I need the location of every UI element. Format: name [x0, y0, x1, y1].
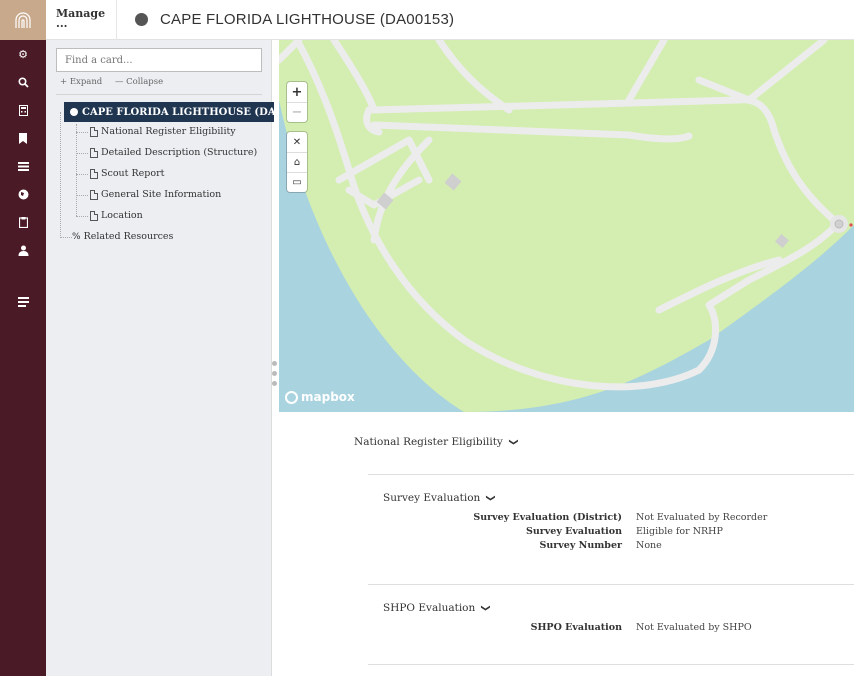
expand-all-button[interactable]: + Expand [60, 77, 102, 87]
document-icon [90, 168, 98, 179]
resource-status-icon [135, 13, 148, 26]
card-tree-panel: + Expand — Collapse CAPE FLORIDA LIGHTHO… [46, 40, 274, 676]
tree-connector [76, 195, 88, 196]
user-icon[interactable] [0, 240, 46, 260]
zoom-out-button[interactable]: − [287, 102, 307, 122]
app-logo[interactable] [0, 0, 46, 40]
calculator-icon[interactable] [0, 100, 46, 120]
field-row: Survey Evaluation Eligible for NRHP [279, 526, 854, 540]
tree-item-label: Detailed Description (Structure) [101, 147, 258, 158]
section-survey-evaluation[interactable]: Survey Evaluation ❯ [383, 492, 496, 504]
tree-connector [76, 132, 88, 133]
tree-item-general-site[interactable]: General Site Information [90, 189, 221, 200]
find-card-input[interactable] [56, 48, 262, 72]
field-value: Eligible for NRHP [636, 526, 723, 537]
tree-item-detailed-description[interactable]: Detailed Description (Structure) [90, 147, 257, 158]
section-title-label: SHPO Evaluation [383, 602, 476, 614]
tree-connector [76, 216, 88, 217]
map-view[interactable]: + − ✕ ⌂ ▭ mapbox [279, 40, 854, 412]
link-icon: % [72, 231, 81, 242]
section-divider [368, 584, 854, 585]
chevron-down-icon: ❯ [480, 604, 491, 612]
manage-menu-button[interactable]: Manage ··· [46, 7, 116, 33]
clipboard-icon[interactable] [0, 212, 46, 232]
page-title: CAPE FLORIDA LIGHTHOUSE (DA00153) [160, 11, 455, 28]
section-divider [368, 664, 854, 665]
tree-item-label: Location [101, 210, 143, 221]
document-icon [90, 210, 98, 221]
document-icon [90, 189, 98, 200]
map-marker-point [849, 223, 853, 227]
tree-divider [56, 94, 262, 95]
tree-root-node[interactable]: CAPE FLORIDA LIGHTHOUSE (DA00153) (Histo… [64, 102, 274, 122]
map-building [444, 173, 462, 191]
menu-icon[interactable] [0, 292, 46, 312]
map-building [774, 233, 790, 249]
field-label: Survey Evaluation (District) [473, 512, 622, 523]
tree-connector [60, 112, 61, 238]
zoom-in-button[interactable]: + [287, 82, 307, 102]
field-value: Not Evaluated by SHPO [636, 622, 752, 633]
mapbox-attribution[interactable]: mapbox [285, 390, 355, 404]
home-icon[interactable]: ⌂ [287, 152, 307, 172]
section-national-register[interactable]: National Register Eligibility ❯ [354, 436, 518, 448]
grip-dot [271, 360, 277, 366]
top-header: Manage ··· CAPE FLORIDA LIGHTHOUSE (DA00… [46, 0, 854, 40]
section-shpo-evaluation[interactable]: SHPO Evaluation ❯ [383, 602, 491, 614]
section-title-label: Survey Evaluation [383, 492, 481, 504]
tree-connector [76, 124, 77, 216]
tree-item-related-resources[interactable]: % Related Resources [72, 231, 173, 242]
field-value: None [636, 540, 662, 551]
map-canvas [279, 40, 854, 412]
bookmark-icon[interactable] [0, 128, 46, 148]
app-sidebar: ⚙ [0, 0, 46, 676]
report-panel: National Register Eligibility ❯ Survey E… [279, 412, 854, 676]
fullscreen-icon[interactable]: ✕ [287, 132, 307, 152]
tree-item-label: National Register Eligibility [101, 126, 236, 137]
document-icon [90, 126, 98, 137]
field-value: Not Evaluated by Recorder [636, 512, 768, 523]
tree-item-scout-report[interactable]: Scout Report [90, 168, 164, 179]
list-icon[interactable] [0, 156, 46, 176]
arch-logo-icon [15, 12, 31, 28]
section-divider [368, 474, 854, 475]
header-divider [116, 0, 117, 40]
section-title-label: National Register Eligibility [354, 436, 503, 448]
map-marker [834, 219, 844, 229]
tree-item-label: Related Resources [83, 231, 174, 242]
panel-resize-handle[interactable] [270, 358, 278, 388]
zoom-controls: + − [287, 82, 307, 122]
field-label: Survey Evaluation [526, 526, 622, 537]
chevron-down-icon: ❯ [485, 494, 496, 502]
tree-root-label: CAPE FLORIDA LIGHTHOUSE (DA00153) (Histo… [82, 106, 274, 118]
field-row: Survey Evaluation (District) Not Evaluat… [279, 512, 854, 526]
map-tool-controls: ✕ ⌂ ▭ [287, 132, 307, 192]
document-icon [90, 147, 98, 158]
search-icon[interactable] [0, 72, 46, 92]
tree-item-national-register[interactable]: National Register Eligibility [90, 126, 236, 137]
expand-collapse-controls: + Expand — Collapse [60, 77, 173, 87]
tree-connector [76, 153, 88, 154]
field-label: Survey Number [539, 540, 623, 551]
circle-icon [70, 108, 78, 116]
basemap-icon[interactable]: ▭ [287, 172, 307, 192]
mapbox-logo-icon [285, 390, 298, 404]
tree-item-label: General Site Information [101, 189, 222, 200]
tree-connector [60, 237, 72, 238]
tree-item-location[interactable]: Location [90, 210, 143, 221]
field-row: SHPO Evaluation Not Evaluated by SHPO [279, 622, 854, 636]
tree-item-label: Scout Report [101, 168, 165, 179]
field-label: SHPO Evaluation [530, 622, 622, 633]
tree-connector [76, 174, 88, 175]
grip-dot [271, 380, 277, 386]
chevron-down-icon: ❯ [507, 438, 518, 446]
mapbox-label: mapbox [301, 390, 355, 404]
gear-icon[interactable]: ⚙ [0, 44, 46, 64]
collapse-all-button[interactable]: — Collapse [115, 77, 163, 87]
globe-icon[interactable] [0, 184, 46, 204]
field-row: Survey Number None [279, 540, 854, 554]
grip-dot [271, 370, 277, 376]
